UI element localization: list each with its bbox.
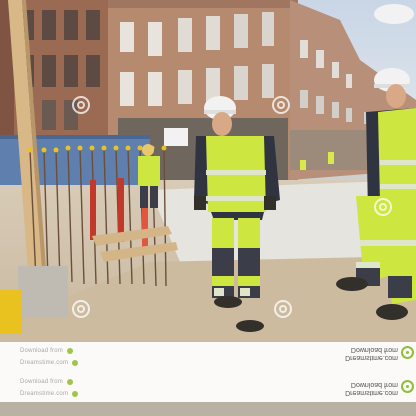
- pavement-edge: [0, 402, 416, 416]
- watermark-text: Download from: [20, 379, 63, 385]
- watermark-dot-icon: [72, 391, 79, 397]
- watermark-strip: Download from Dreamstime.com Download fr…: [0, 342, 416, 402]
- watermark-swirl-icon: [374, 198, 392, 216]
- dreamstime-logo-icon: [401, 346, 414, 359]
- watermark-line: Download from: [20, 347, 73, 355]
- watermark-text: Download from: [350, 381, 398, 388]
- watermark-swirl-icon: [274, 300, 292, 318]
- watermark-swirl-icon: [272, 96, 290, 114]
- watermark-dot-icon: [66, 379, 73, 385]
- watermark-text: Download from: [350, 346, 398, 353]
- watermark-block: Dreamstime.com Download from: [345, 345, 398, 361]
- watermark-line: Dreamstime.com: [20, 359, 79, 367]
- concrete-block: [18, 266, 68, 318]
- watermark-dot-icon: [72, 360, 79, 366]
- watermark-text: Dreamstime.com: [20, 360, 69, 366]
- watermark-dot-icon: [66, 348, 73, 354]
- yellow-equipment: [0, 290, 22, 334]
- watermark-text: Dreamstime.com: [345, 389, 398, 396]
- watermark-text: Dreamstime.com: [345, 354, 398, 361]
- watermark-line: Download from: [20, 378, 73, 386]
- watermark-text: Download from: [20, 348, 63, 354]
- watermark-block: Dreamstime.com Download from: [345, 380, 398, 396]
- watermark-text: Dreamstime.com: [20, 391, 69, 397]
- watermark-swirl-icon: [72, 300, 90, 318]
- dreamstime-logo-icon: [401, 380, 414, 393]
- watermark-line: Dreamstime.com: [20, 390, 79, 398]
- watermark-swirl-icon: [72, 96, 90, 114]
